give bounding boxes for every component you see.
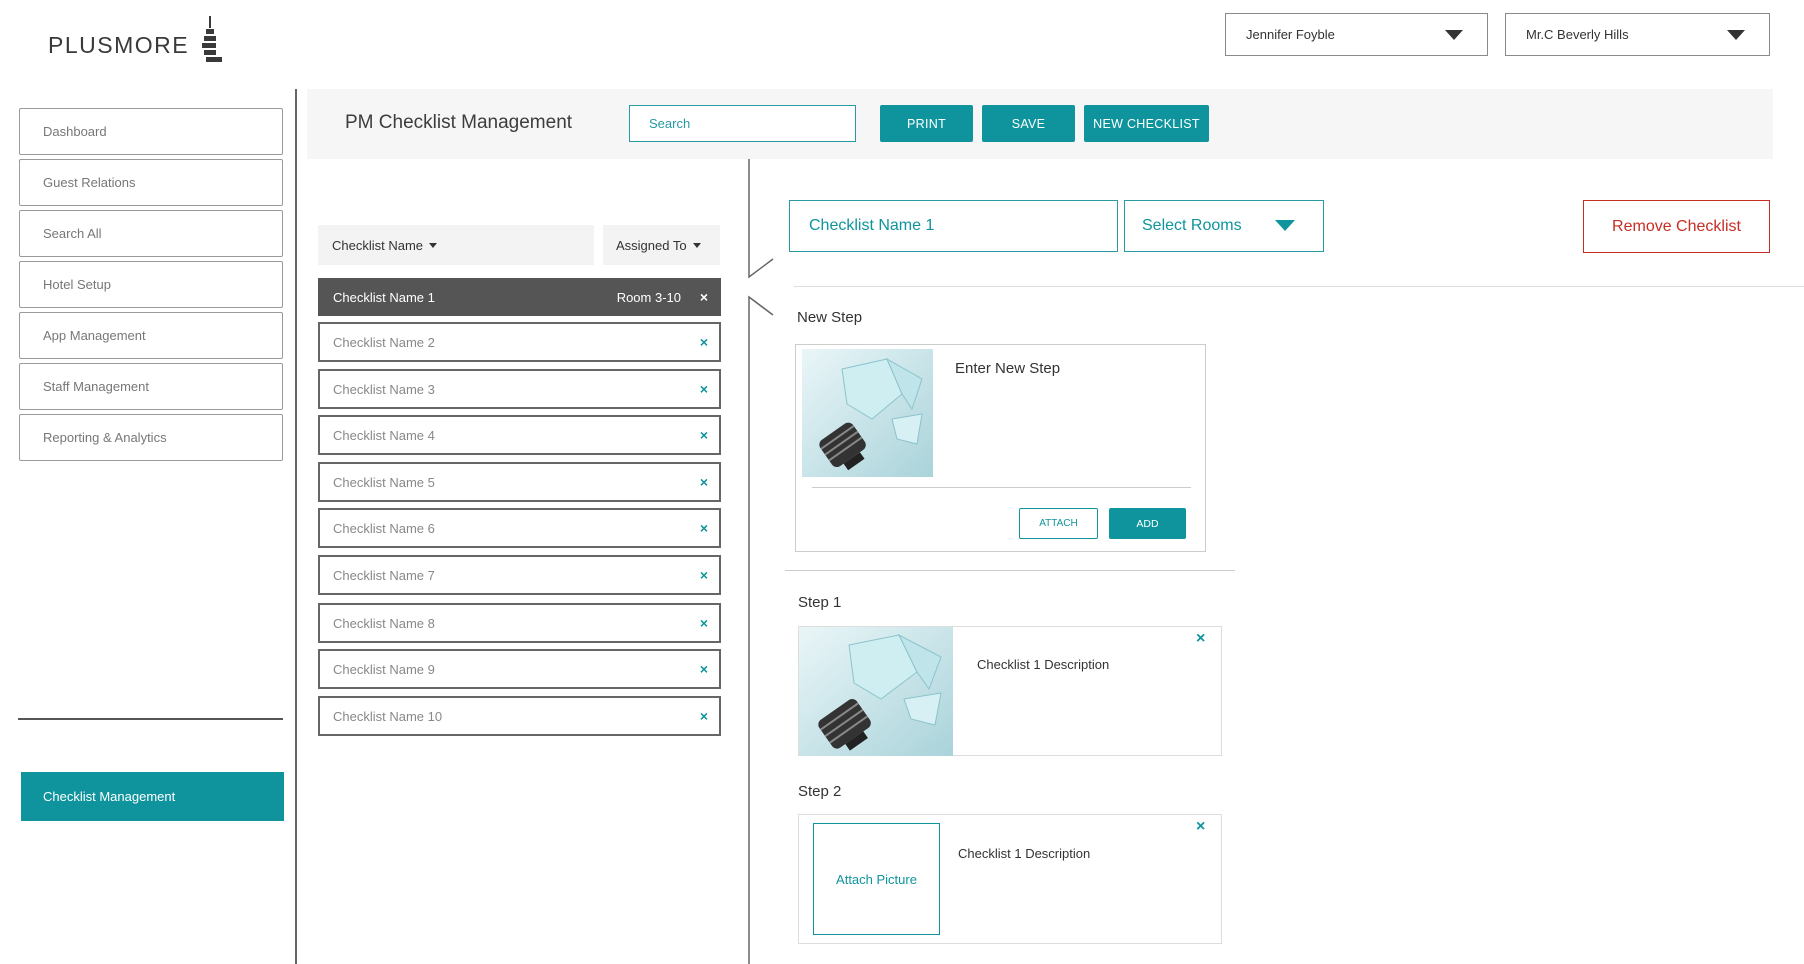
column-header-label: Assigned To — [616, 237, 687, 253]
checklist-row-name: Checklist Name 7 — [333, 567, 435, 583]
checklist-row-name: Checklist Name 5 — [333, 474, 435, 490]
checklist-row-name: Checklist Name 8 — [333, 615, 435, 631]
list-item[interactable]: Checklist Name 8 × — [318, 603, 721, 643]
attach-picture-button[interactable]: Attach Picture — [813, 823, 940, 935]
step-1-description: Checklist 1 Description — [977, 657, 1110, 672]
select-rooms-label: Select Rooms — [1142, 217, 1242, 234]
sidebar-item-hotel-setup[interactable]: Hotel Setup — [19, 261, 283, 308]
list-item[interactable]: Checklist Name 5 × — [318, 462, 721, 502]
sidebar-item-dashboard[interactable]: Dashboard — [19, 108, 283, 155]
checklist-row-name: Checklist Name 9 — [333, 661, 435, 677]
chevron-down-icon — [1727, 30, 1745, 40]
print-button[interactable]: PRINT — [880, 105, 973, 142]
column-header-label: Checklist Name — [332, 237, 424, 253]
user-select[interactable]: Jennifer Foyble — [1225, 13, 1488, 56]
attach-button[interactable]: ATTACH — [1019, 508, 1098, 539]
sidebar-item-label: Checklist Management — [43, 789, 176, 804]
chevron-down-icon — [1445, 30, 1463, 40]
sidebar-item-staff-management[interactable]: Staff Management — [19, 363, 283, 410]
chevron-down-icon — [1275, 220, 1295, 231]
checklist-row-name: Checklist Name 2 — [333, 334, 435, 350]
sidebar-item-label: Dashboard — [43, 124, 107, 139]
logo: PLUSMORE — [48, 14, 223, 64]
user-select-value: Jennifer Foyble — [1246, 27, 1335, 42]
list-item[interactable]: Checklist Name 7 × — [318, 555, 721, 595]
list-item[interactable]: Checklist Name 4 × — [318, 415, 721, 455]
sidebar-item-reporting-analytics[interactable]: Reporting & Analytics — [19, 414, 283, 461]
list-item[interactable]: Checklist Name 6 × — [318, 508, 721, 548]
divider — [794, 286, 1804, 287]
hotel-select-value: Mr.C Beverly Hills — [1526, 27, 1629, 42]
close-icon[interactable]: × — [1196, 818, 1205, 836]
step-1-heading: Step 1 — [798, 594, 842, 611]
divider — [812, 487, 1191, 488]
close-icon[interactable]: × — [700, 615, 708, 631]
sidebar-item-label: Guest Relations — [43, 175, 136, 190]
search-input[interactable] — [629, 105, 856, 142]
column-header-assigned-to[interactable]: Assigned To — [603, 225, 720, 265]
sidebar-item-search-all[interactable]: Search All — [19, 210, 283, 257]
panel-divider — [748, 159, 774, 964]
list-item[interactable]: Checklist Name 9 × — [318, 649, 721, 689]
checklist-row-name: Checklist Name 6 — [333, 520, 435, 536]
sort-down-icon — [429, 242, 438, 248]
close-icon[interactable]: × — [700, 427, 708, 443]
list-item[interactable]: Checklist Name 2 × — [318, 322, 721, 362]
list-item[interactable]: Checklist Name 3 × — [318, 369, 721, 409]
sort-down-icon — [692, 242, 701, 248]
remove-checklist-button[interactable]: Remove Checklist — [1583, 200, 1770, 253]
step-2-description: Checklist 1 Description — [958, 846, 1091, 861]
sidebar-divider — [18, 718, 283, 720]
sidebar-item-label: Hotel Setup — [43, 277, 111, 292]
attach-picture-label: Attach Picture — [836, 871, 917, 887]
checklist-row-name: Checklist Name 4 — [333, 427, 435, 443]
page-title: PM Checklist Management — [345, 112, 573, 133]
sidebar-item-label: Staff Management — [43, 379, 149, 394]
close-icon[interactable]: × — [700, 661, 708, 677]
checklist-row-name: Checklist Name 10 — [333, 708, 443, 724]
hotel-select[interactable]: Mr.C Beverly Hills — [1505, 13, 1770, 56]
sidebar-item-label: App Management — [43, 328, 146, 343]
close-icon[interactable]: × — [1196, 630, 1205, 648]
logo-text: PLUSMORE — [48, 32, 190, 58]
checklist-row-name: Checklist Name 3 — [333, 381, 435, 397]
sidebar-item-label: Search All — [43, 226, 102, 241]
save-button[interactable]: SAVE — [982, 105, 1075, 142]
broken-bulb-image[interactable] — [799, 627, 953, 756]
close-icon[interactable]: × — [700, 381, 708, 397]
close-icon[interactable]: × — [700, 520, 708, 536]
sidebar-item-checklist-management[interactable]: Checklist Management — [21, 772, 284, 821]
checklist-name-input[interactable] — [789, 200, 1118, 252]
sidebar-item-guest-relations[interactable]: Guest Relations — [19, 159, 283, 206]
checklist-row-room: Room 3-10 — [616, 289, 681, 305]
list-item[interactable]: Checklist Name 1 Room 3-10 × — [318, 278, 721, 316]
close-icon[interactable]: × — [700, 289, 708, 305]
close-icon[interactable]: × — [700, 334, 708, 350]
list-item[interactable]: Checklist Name 10 × — [318, 696, 721, 736]
sidebar-item-app-management[interactable]: App Management — [19, 312, 283, 359]
divider — [785, 570, 1235, 571]
new-step-heading: New Step — [797, 309, 863, 326]
logo-stack-icon — [202, 16, 223, 62]
sidebar-item-label: Reporting & Analytics — [43, 430, 167, 445]
close-icon[interactable]: × — [700, 567, 708, 583]
broken-bulb-image[interactable] — [802, 349, 933, 477]
close-icon[interactable]: × — [700, 474, 708, 490]
select-rooms-dropdown[interactable]: Select Rooms — [1124, 200, 1324, 252]
add-step-button[interactable]: ADD — [1109, 508, 1186, 539]
new-checklist-button[interactable]: NEW CHECKLIST — [1084, 105, 1209, 142]
new-step-input[interactable] — [955, 360, 1185, 377]
close-icon[interactable]: × — [700, 708, 708, 724]
checklist-row-name: Checklist Name 1 — [333, 289, 435, 305]
column-header-checklist-name[interactable]: Checklist Name — [318, 225, 594, 265]
sidebar-separator — [295, 89, 297, 964]
step-2-heading: Step 2 — [798, 783, 842, 800]
